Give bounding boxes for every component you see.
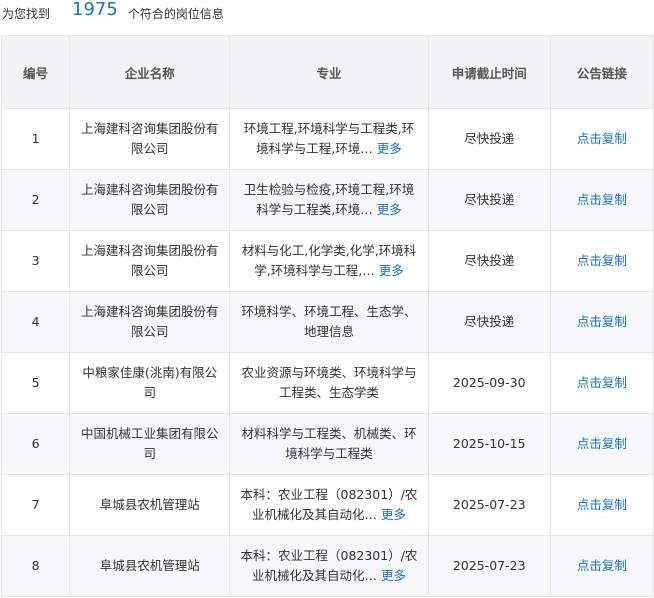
header-deadline: 申请截止时间 (427, 35, 551, 109)
row-major: 材料与化工,化学类,化学,环境科学,环境科学与工程,… 更多 (229, 230, 429, 292)
row-major: 环境工程,环境科学与工程类,环境科学与工程,环境… 更多 (229, 108, 429, 170)
row-major-text: 环境科学、环境工程、生态学、地理信息 (241, 304, 417, 339)
header-company: 企业名称 (69, 35, 231, 109)
copy-link[interactable]: 点击复制 (577, 558, 627, 573)
row-company: 上海建科咨询集团股份有限公司 (69, 291, 231, 353)
row-company: 中粮家佳康(洮南)有限公司 (69, 352, 231, 414)
row-company: 阜城县农机管理站 (69, 474, 231, 536)
row-major: 环境科学、环境工程、生态学、地理信息 (229, 291, 429, 353)
result-count: 1975 (72, 0, 118, 20)
row-major: 材料科学与工程类、机械类、环境科学与工程类 (229, 413, 429, 475)
row-link-cell: 点击复制 (549, 230, 654, 292)
row-number: 6 (0, 413, 71, 475)
table-row: 4 上海建科咨询集团股份有限公司 环境科学、环境工程、生态学、地理信息 尽快投递 点击复… (0, 291, 654, 353)
row-company: 中国机械工业集团有限公司 (69, 413, 231, 475)
row-link-cell: 点击复制 (549, 474, 654, 536)
row-company: 上海建科咨询集团股份有限公司 (69, 108, 231, 170)
row-number: 4 (0, 291, 71, 353)
header-link: 公告链接 (549, 35, 654, 109)
more-link[interactable]: 更多 (377, 202, 402, 217)
row-deadline: 尽快投递 (427, 108, 551, 170)
table-row: 8 阜城县农机管理站 本科：农业工程（082301）/农业机械化及其自动化… 更多 2… (0, 535, 654, 597)
row-link-cell: 点击复制 (549, 535, 654, 597)
row-major-text: 农业资源与环境类、环境科学与工程类、生态学类 (241, 365, 417, 400)
row-major: 本科：农业工程（082301）/农业机械化及其自动化… 更多 (229, 474, 429, 536)
row-number: 8 (0, 535, 71, 597)
more-link[interactable]: 更多 (381, 568, 406, 583)
row-deadline: 2025-07-23 (427, 474, 551, 536)
row-link-cell: 点击复制 (549, 169, 654, 231)
row-company: 上海建科咨询集团股份有限公司 (69, 169, 231, 231)
row-link-cell: 点击复制 (549, 108, 654, 170)
copy-link[interactable]: 点击复制 (577, 497, 627, 512)
jobs-table: 编号 企业名称 专业 申请截止时间 公告链接 1 上海建科咨询集团股份有限公司 环境… (0, 35, 654, 597)
row-number: 2 (0, 169, 71, 231)
row-number: 7 (0, 474, 71, 536)
table-row: 3 上海建科咨询集团股份有限公司 材料与化工,化学类,化学,环境科学,环境科学与工程… (0, 230, 654, 292)
row-deadline: 尽快投递 (427, 169, 551, 231)
table-row: 7 阜城县农机管理站 本科：农业工程（082301）/农业机械化及其自动化… 更多 2… (0, 474, 654, 536)
table-row: 6 中国机械工业集团有限公司 材料科学与工程类、机械类、环境科学与工程类 2025-1… (0, 413, 654, 475)
summary-suffix: 个符合的岗位信息 (127, 7, 224, 21)
row-major-text: 材料科学与工程类、机械类、环境科学与工程类 (241, 426, 417, 461)
table-row: 2 上海建科咨询集团股份有限公司 卫生检验与检疫,环境工程,环境科学与工程类,环境…… (0, 169, 654, 231)
table-header-row: 编号 企业名称 专业 申请截止时间 公告链接 (0, 35, 654, 109)
row-deadline: 2025-07-23 (427, 535, 551, 597)
copy-link[interactable]: 点击复制 (577, 375, 627, 390)
row-deadline: 2025-10-15 (427, 413, 551, 475)
row-link-cell: 点击复制 (549, 413, 654, 475)
results-summary: 为您找到 1975 个符合的岗位信息 (0, 0, 654, 24)
copy-link[interactable]: 点击复制 (577, 192, 627, 207)
more-link[interactable]: 更多 (381, 507, 406, 522)
row-link-cell: 点击复制 (549, 352, 654, 414)
row-deadline: 尽快投递 (427, 291, 551, 353)
more-link[interactable]: 更多 (377, 141, 402, 156)
row-number: 3 (0, 230, 71, 292)
table-row: 1 上海建科咨询集团股份有限公司 环境工程,环境科学与工程类,环境科学与工程,环境…… (0, 108, 654, 170)
row-link-cell: 点击复制 (549, 291, 654, 353)
copy-link[interactable]: 点击复制 (577, 436, 627, 451)
row-company: 上海建科咨询集团股份有限公司 (69, 230, 231, 292)
row-major: 卫生检验与检疫,环境工程,环境科学与工程类,环境… 更多 (229, 169, 429, 231)
more-link[interactable]: 更多 (379, 263, 404, 278)
row-number: 1 (0, 108, 71, 170)
row-company: 阜城县农机管理站 (69, 535, 231, 597)
row-major: 本科：农业工程（082301）/农业机械化及其自动化… 更多 (229, 535, 429, 597)
copy-link[interactable]: 点击复制 (577, 314, 627, 329)
header-number: 编号 (0, 35, 71, 109)
summary-prefix: 为您找到 (2, 7, 51, 21)
row-major: 农业资源与环境类、环境科学与工程类、生态学类 (229, 352, 429, 414)
header-major: 专业 (229, 35, 429, 109)
table-row: 5 中粮家佳康(洮南)有限公司 农业资源与环境类、环境科学与工程类、生态学类 2025… (0, 352, 654, 414)
copy-link[interactable]: 点击复制 (577, 131, 627, 146)
row-number: 5 (0, 352, 71, 414)
copy-link[interactable]: 点击复制 (577, 253, 627, 268)
row-deadline: 2025-09-30 (427, 352, 551, 414)
row-deadline: 尽快投递 (427, 230, 551, 292)
